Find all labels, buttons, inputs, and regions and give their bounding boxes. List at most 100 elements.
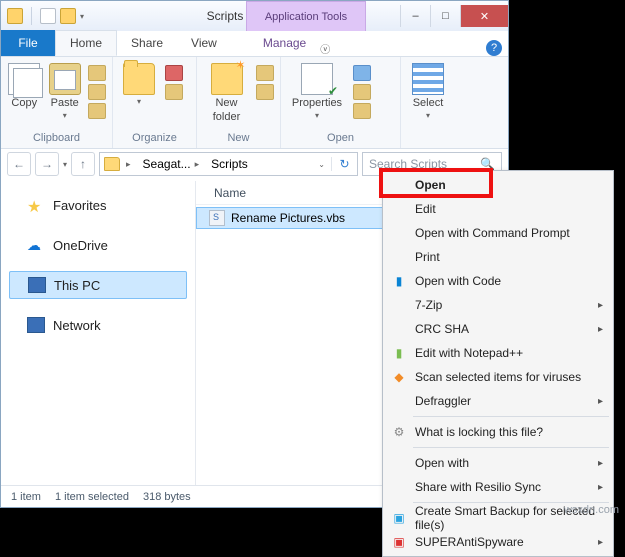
new-extras [256,61,274,100]
paste-button[interactable]: Paste ▾ [48,61,83,120]
ribbon: Copy Paste ▾ Clipboard ▾ [1,57,508,149]
nav-pane: ★ Favorites ☁ OneDrive This PC Network [1,181,196,485]
nav-this-pc[interactable]: This PC [9,271,187,299]
tab-view[interactable]: View [177,30,231,56]
folder-icon [104,157,120,171]
properties-icon [301,63,333,95]
avast-icon: ◆ [391,369,407,385]
move-to-icon [123,63,155,95]
menu-notepadpp[interactable]: ▮Edit with Notepad++ [385,341,611,365]
group-clipboard-label: Clipboard [7,132,106,146]
properties-button[interactable]: Properties ▾ [287,61,347,120]
nav-favorites[interactable]: ★ Favorites [9,191,187,219]
menu-defraggler[interactable]: Defraggler [385,389,611,413]
copy-label: Copy [11,97,37,109]
up-button[interactable]: ↑ [71,152,95,176]
tab-manage[interactable]: Manage [249,30,320,56]
address-bar[interactable]: ▸ Seagat...▸ Scripts ⌄ ↻ [99,152,358,176]
new-folder-icon [211,63,243,95]
quick-access-toolbar: ▾ [1,7,90,25]
file-name: Rename Pictures.vbs [231,211,345,225]
paste-label: Paste [51,97,79,109]
lock-icon: ⚙ [391,424,407,440]
menu-open[interactable]: Open [385,173,611,197]
organize-extras [165,61,183,100]
edit-icon[interactable] [353,84,371,100]
new-folder-label-1: New [215,97,237,109]
menu-superantispyware[interactable]: ▣SUPERAntiSpyware [385,530,611,554]
close-button[interactable]: ✕ [460,5,508,27]
easy-access-icon[interactable] [256,84,274,100]
help-button[interactable]: ? [486,40,502,56]
menu-edit[interactable]: Edit [385,197,611,221]
network-icon [27,317,45,333]
cloud-icon: ☁ [27,237,45,253]
nav-network[interactable]: Network [9,311,187,339]
nav-onedrive[interactable]: ☁ OneDrive [9,231,187,259]
menu-open-with[interactable]: Open with [385,451,611,475]
cut-icon[interactable] [88,65,106,81]
ribbon-tabs: File Home Share View Manage ⓥ ? [1,31,508,57]
backup-icon: ▣ [391,510,407,526]
pc-icon [28,277,46,293]
back-button[interactable]: ← [7,152,31,176]
copy-icon [8,63,40,95]
tab-home[interactable]: Home [55,30,117,56]
open-extras [353,61,371,119]
breadcrumb-seg2[interactable]: Scripts [211,157,248,171]
paste-shortcut-icon[interactable] [88,103,106,119]
new-item-icon[interactable] [256,65,274,81]
collapse-ribbon-icon[interactable]: ⓥ [320,41,330,56]
nav-thispc-label: This PC [54,278,100,293]
select-button[interactable]: Select ▾ [407,61,449,120]
qat-dropdown-icon[interactable]: ▾ [80,12,84,21]
tab-file[interactable]: File [1,30,55,56]
group-organize-label: Organize [119,132,190,146]
newfolder-qat-icon[interactable] [60,8,76,24]
search-icon: 🔍 [480,157,495,171]
breadcrumb-seg1[interactable]: Seagat... [143,157,191,171]
copy-button[interactable]: Copy [7,61,42,109]
delete-icon[interactable] [165,65,183,81]
menu-separator [413,416,609,417]
history-dropdown-icon[interactable]: ▾ [63,160,67,169]
address-dropdown-icon[interactable]: ⌄ [312,160,331,169]
properties-qat-icon[interactable] [40,8,56,24]
copy-path-icon[interactable] [88,84,106,100]
superanti-icon: ▣ [391,534,407,550]
menu-open-cmd[interactable]: Open with Command Prompt [385,221,611,245]
menu-separator [413,502,609,503]
paste-icon [49,63,81,95]
title-bar: ▾ Scripts Application Tools – □ ✕ [1,1,508,31]
group-new-label: New [203,132,274,146]
nav-onedrive-label: OneDrive [53,238,108,253]
notepadpp-icon: ▮ [391,345,407,361]
rename-icon[interactable] [165,84,183,100]
menu-print[interactable]: Print [385,245,611,269]
clipboard-extras [88,61,106,119]
tab-share[interactable]: Share [117,30,177,56]
menu-whats-locking[interactable]: ⚙What is locking this file? [385,420,611,444]
select-icon [412,63,444,95]
status-selected: 1 item selected [55,491,129,503]
search-placeholder: Search Scripts [369,157,447,171]
vscode-icon: ▮ [391,273,407,289]
vbs-file-icon [209,210,225,226]
forward-button[interactable]: → [35,152,59,176]
open-icon[interactable] [353,65,371,81]
nav-favorites-label: Favorites [53,198,106,213]
minimize-button[interactable]: – [400,5,430,27]
menu-7zip[interactable]: 7-Zip [385,293,611,317]
new-folder-label-2: folder [213,111,241,123]
move-to-button[interactable]: ▾ [119,61,159,106]
menu-resilio[interactable]: Share with Resilio Sync [385,475,611,499]
maximize-button[interactable]: □ [430,5,460,27]
menu-scan[interactable]: ◆Scan selected items for viruses [385,365,611,389]
watermark: wsxdn.com [564,504,619,516]
refresh-button[interactable]: ↻ [331,157,357,171]
menu-crc-sha[interactable]: CRC SHA [385,317,611,341]
history-icon[interactable] [353,103,371,119]
menu-open-code[interactable]: ▮Open with Code [385,269,611,293]
context-menu: Open Edit Open with Command Prompt Print… [382,170,614,557]
new-folder-button[interactable]: New folder [203,61,250,123]
